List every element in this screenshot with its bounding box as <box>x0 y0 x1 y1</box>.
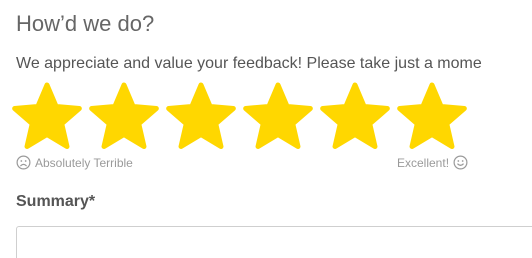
rating-high-text: Excellent! <box>397 155 450 170</box>
form-title: How’d we do? <box>16 11 155 36</box>
summary-label: Summary* <box>16 193 96 210</box>
star-5[interactable] <box>320 82 390 152</box>
star-6[interactable] <box>397 82 467 152</box>
feedback-form: How’d we do? We appreciate and value you… <box>0 0 532 258</box>
star-rating <box>12 82 467 152</box>
frown-face-icon <box>16 155 31 170</box>
rating-low-text: Absolutely Terrible <box>35 155 133 170</box>
star-2[interactable] <box>89 82 159 152</box>
star-4[interactable] <box>243 82 313 152</box>
form-intro-text: We appreciate and value your feedback! P… <box>16 55 482 72</box>
summary-input[interactable] <box>16 226 532 258</box>
star-3[interactable] <box>166 82 236 152</box>
star-1[interactable] <box>12 82 82 152</box>
rating-low-label: Absolutely Terrible <box>16 155 133 170</box>
smile-face-icon <box>453 155 468 170</box>
rating-high-label: Excellent! <box>397 155 468 170</box>
